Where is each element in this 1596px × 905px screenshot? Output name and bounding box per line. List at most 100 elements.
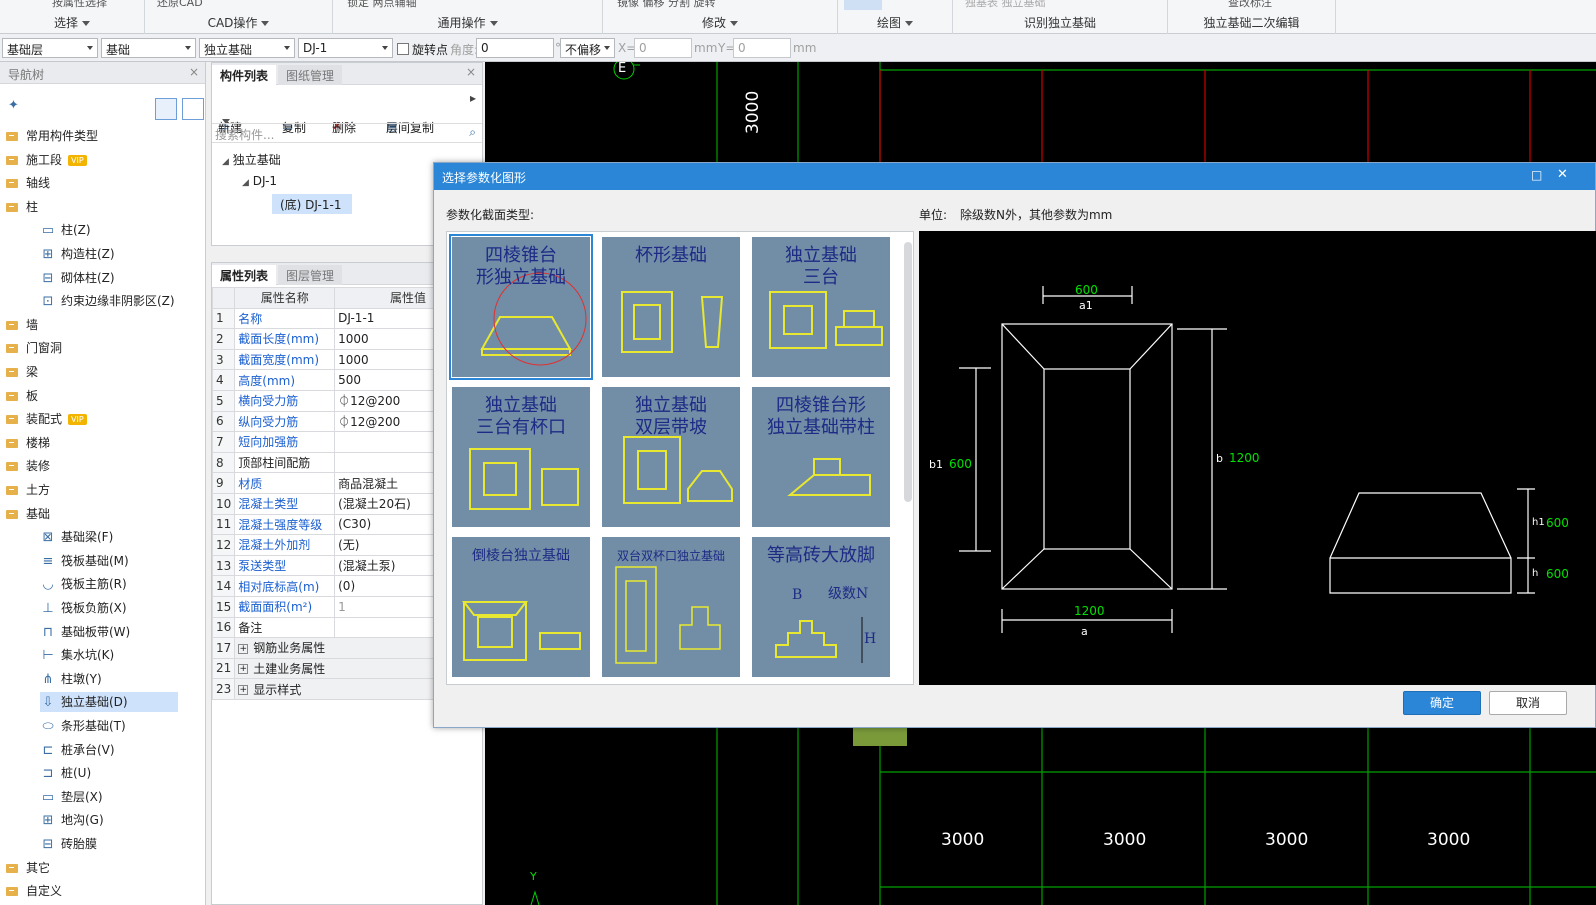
tree-node-root[interactable]: ◢ 独立基础 <box>222 151 281 168</box>
list-view-icon[interactable] <box>155 98 177 120</box>
nav-item[interactable]: 楼梯 <box>6 433 196 453</box>
ribbon-item-cad[interactable]: 还原CAD <box>157 0 203 10</box>
tree-node-dj1[interactable]: ◢ DJ-1 <box>242 174 277 188</box>
ribbon-item-recognize[interactable]: 独基表 独立基础 <box>965 0 1046 10</box>
shape-tile[interactable]: 倒棱台独立基础 <box>452 537 590 677</box>
shape-tile[interactable]: 独立基础 三台有杯口 <box>452 387 590 527</box>
nav-item[interactable]: ⊞ 构造柱(Z) <box>40 244 178 264</box>
nav-item[interactable]: ⊥ 筏板负筋(X) <box>40 598 178 618</box>
tab-property-list[interactable]: 属性列表 <box>212 265 277 285</box>
nav-item[interactable]: 轴线 <box>6 173 196 193</box>
shape-tile[interactable]: 独立基础 三台 <box>752 237 890 377</box>
shape-tile-title: 杯形基础 <box>635 245 707 266</box>
tree-node-dj1-1[interactable]: (底) DJ-1-1 <box>272 194 352 214</box>
nav-item[interactable]: ⋔ 柱墩(Y) <box>40 669 178 689</box>
ribbon-item-select[interactable]: 按属性选择 <box>52 0 107 10</box>
expand-plus-icon[interactable]: + <box>238 685 249 696</box>
ribbon-item-modify[interactable]: 镜像 偏移 分割 旋转 <box>617 0 716 10</box>
floor-select[interactable]: 基础层 <box>2 38 98 58</box>
tab-layer-management[interactable]: 图层管理 <box>278 265 343 285</box>
nav-item-label: 桩(U) <box>61 766 92 781</box>
shape-tile[interactable]: 杯形基础 <box>602 237 740 377</box>
nav-item[interactable]: ◡ 筏板主筋(R) <box>40 574 178 594</box>
nav-item[interactable]: ⊓ 基础板带(W) <box>40 622 178 642</box>
element-select[interactable]: DJ-1 <box>298 38 393 58</box>
dim-vertical: 3000 <box>743 90 763 134</box>
maximize-icon[interactable]: □ <box>1531 168 1542 182</box>
nav-item-label: 独立基础(D) <box>61 695 128 710</box>
nav-item-label: 其它 <box>26 860 51 875</box>
dim-label-4: 3000 <box>1427 830 1471 850</box>
nav-item[interactable]: ⇩ 独立基础(D) <box>40 692 178 713</box>
ribbon-group-select[interactable]: 按属性选择 选择 <box>0 0 145 34</box>
nav-item[interactable]: 墙 <box>6 315 196 335</box>
tab-drawing-management[interactable]: 图纸管理 <box>278 65 343 85</box>
shape-tile[interactable]: 等高砖大放脚 B 级数N H <box>752 537 890 677</box>
nav-item[interactable]: 土方 <box>6 480 196 500</box>
nav-item[interactable]: 板 <box>6 386 196 406</box>
category-select[interactable]: 基础 <box>101 38 196 58</box>
expand-plus-icon[interactable]: + <box>238 643 249 654</box>
sparkle-icon[interactable]: ✦ <box>8 98 19 113</box>
property-name: 短向加强筋 <box>234 431 336 453</box>
draw-tool-icon[interactable] <box>844 0 882 10</box>
nav-item[interactable]: 装修 <box>6 456 196 476</box>
nav-item[interactable]: 其它 <box>6 858 196 878</box>
x-input-value: 0 <box>639 41 647 55</box>
nav-item[interactable]: ⬭ 条形基础(T) <box>40 716 178 736</box>
tab-component-list[interactable]: 构件列表 <box>212 65 277 85</box>
close-icon[interactable]: × <box>466 65 476 79</box>
ribbon-group-draw[interactable]: 绘图 <box>838 0 953 34</box>
rotate-point-checkbox[interactable] <box>397 43 409 55</box>
nav-item[interactable]: ⊏ 桩承台(V) <box>40 740 178 760</box>
close-icon[interactable]: ✕ <box>1557 167 1568 182</box>
nav-item[interactable]: 装配式 VIP <box>6 409 196 429</box>
nav-item[interactable]: ⊞ 地沟(G) <box>40 810 178 830</box>
ribbon-item-common[interactable]: 锁定 两点辅轴 <box>347 0 417 10</box>
nav-item[interactable]: 梁 <box>6 362 196 382</box>
property-index: 1 <box>211 307 236 330</box>
nav-item[interactable]: ▭ 垫层(X) <box>40 787 178 807</box>
nav-item[interactable]: ⊐ 桩(U) <box>40 763 178 783</box>
nav-item[interactable]: ⊟ 砖胎膜 <box>40 834 178 854</box>
shape-tile[interactable]: 四棱锥台形 独立基础带柱 <box>752 387 890 527</box>
type-select[interactable]: 独立基础 <box>199 38 295 58</box>
nav-item[interactable]: 基础 <box>6 504 196 524</box>
nav-item[interactable]: 门窗洞 <box>6 338 196 358</box>
nav-item[interactable]: 自定义 <box>6 881 196 901</box>
ok-button[interactable]: 确定 <box>1403 691 1481 715</box>
x-input[interactable]: 0 <box>634 38 692 58</box>
y-input[interactable]: 0 <box>733 38 791 58</box>
cancel-button[interactable]: 取消 <box>1489 691 1567 715</box>
offset-select[interactable]: 不偏移 <box>560 38 615 58</box>
nav-item[interactable]: ⊟ 砌体柱(Z) <box>40 268 178 288</box>
ribbon-group-recognize[interactable]: 独基表 独立基础 识别独立基础 <box>953 0 1168 34</box>
nav-item[interactable]: 施工段 VIP <box>6 150 196 170</box>
ribbon-group-modify[interactable]: 镜像 偏移 分割 旋转 修改 <box>603 0 838 34</box>
nav-item[interactable]: 柱 <box>6 197 196 217</box>
nav-item[interactable]: ▭ 柱(Z) <box>40 220 178 240</box>
angle-input[interactable]: 0 <box>476 38 554 58</box>
gallery-scrollbar[interactable] <box>904 242 912 502</box>
nav-item[interactable]: ≡ 筏板基础(M) <box>40 551 178 571</box>
search-input[interactable]: 搜索构件... <box>215 126 274 143</box>
more-icon[interactable]: ▸ <box>470 91 476 105</box>
ribbon-group-common[interactable]: 锁定 两点辅轴 通用操作 <box>333 0 603 34</box>
nav-item[interactable]: ⊠ 基础梁(F) <box>40 527 178 547</box>
shape-tile[interactable]: 独立基础 双层带坡 <box>602 387 740 527</box>
nav-item[interactable]: 常用构件类型 <box>6 126 196 146</box>
nav-item[interactable]: ⊡ 约束边缘非阴影区(Z) <box>40 291 178 311</box>
nav-item[interactable]: ⊢ 集水坑(K) <box>40 645 178 665</box>
nav-item-label: 砌体柱(Z) <box>61 270 115 285</box>
shape-tile[interactable]: 四棱锥台 形独立基础 <box>449 234 593 380</box>
component-search[interactable]: 搜索构件... ⌕ <box>212 123 482 143</box>
ribbon-item-edit2[interactable]: 查改标注 <box>1228 0 1272 10</box>
shape-tile[interactable]: 双台双杯口独立基础 <box>602 537 740 677</box>
ribbon-group-cad[interactable]: 还原CAD CAD操作 <box>145 0 333 34</box>
close-icon[interactable]: × <box>189 65 199 79</box>
search-icon[interactable]: ⌕ <box>469 125 476 140</box>
expand-plus-icon[interactable]: + <box>238 664 249 675</box>
ribbon-group-edit2[interactable]: 查改标注 独立基础二次编辑 <box>1168 0 1336 34</box>
card-view-icon[interactable] <box>182 98 204 120</box>
unit-text: 除级数N外，其他参数为mm <box>960 208 1113 222</box>
